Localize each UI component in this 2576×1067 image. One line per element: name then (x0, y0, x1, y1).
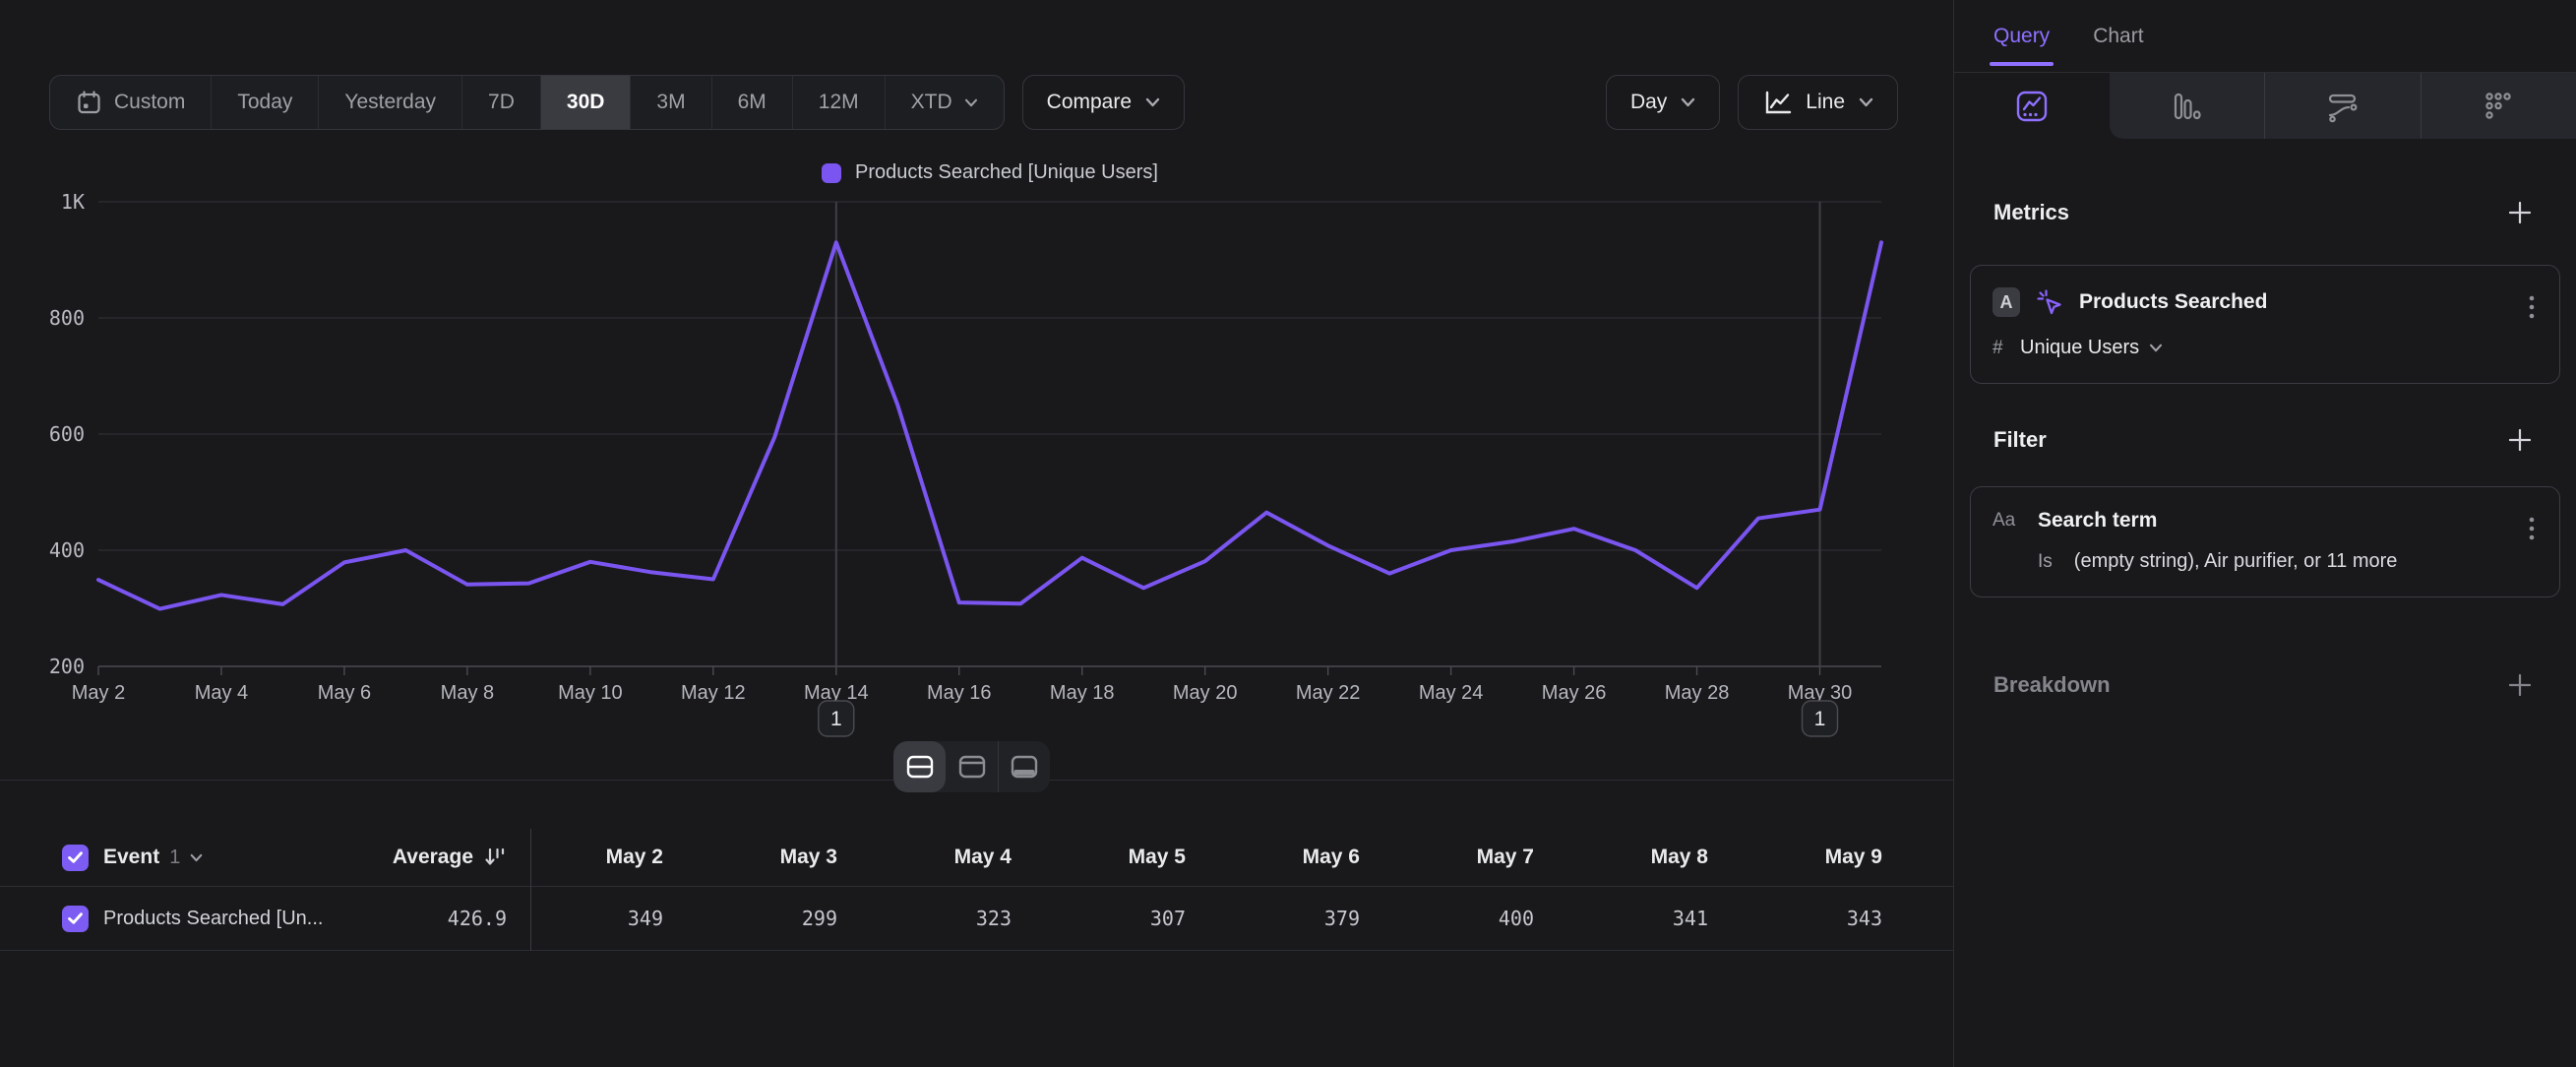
row-checkbox[interactable] (62, 906, 89, 932)
insights-line-icon (2014, 89, 2050, 124)
y-tick-label: 600 (49, 422, 85, 446)
layout-chart-only-button[interactable] (946, 741, 998, 792)
x-tick-label: May 10 (558, 682, 623, 704)
y-tick-label: 200 (49, 655, 85, 678)
cell-value: 379 (1203, 907, 1378, 930)
annotation-badge[interactable]: 1 (1803, 701, 1838, 736)
x-tick-label: May 26 (1542, 682, 1607, 704)
metric-name: Products Searched (2079, 290, 2267, 314)
svg-text:1: 1 (1814, 708, 1826, 730)
x-tick-label: May 18 (1050, 682, 1115, 704)
bar-chart-icon (2169, 89, 2204, 124)
x-tick-label: May 4 (195, 682, 248, 704)
x-tick-label: May 6 (318, 682, 371, 704)
x-tick-label: May 12 (681, 682, 746, 704)
metrics-section-header: Metrics (1993, 196, 2537, 229)
cell-value: 400 (1378, 907, 1552, 930)
breakdown-section-header: Breakdown (1993, 668, 2537, 702)
date-column-header[interactable]: May 3 (681, 846, 855, 869)
filter-property-name: Search term (2038, 509, 2157, 533)
cell-value: 323 (855, 907, 1029, 930)
select-all-checkbox[interactable] (62, 845, 89, 871)
cell-value: 307 (1029, 907, 1203, 930)
query-panel: Query Chart (1954, 0, 2576, 1067)
x-tick-label: May 16 (927, 682, 992, 704)
chart-type-bar-tab[interactable] (2110, 73, 2265, 139)
breakdown-table: Event 1 Average May 2May 3May 4May 5May … (0, 829, 1953, 951)
filter-value[interactable]: (empty string), Air purifier, or 11 more (2074, 550, 2398, 573)
metric-series-badge: A (1993, 287, 2020, 317)
tab-chart[interactable]: Chart (2093, 0, 2143, 72)
x-tick-label: May 24 (1419, 682, 1484, 704)
x-tick-label: May 22 (1296, 682, 1361, 704)
annotation-badge[interactable]: 1 (819, 701, 854, 736)
chart-type-flow-tab[interactable] (2264, 73, 2421, 139)
chart-only-icon (957, 754, 987, 780)
x-tick-label: May 2 (72, 682, 125, 704)
panel-tabs: Query Chart (1954, 0, 2576, 73)
split-view-icon (905, 754, 935, 780)
event-click-icon (2036, 288, 2063, 316)
cell-value: 343 (1726, 907, 1900, 930)
add-breakdown-button[interactable] (2503, 668, 2537, 702)
y-tick-label: 1K (61, 190, 85, 214)
series-line (98, 242, 1881, 608)
string-property-icon: Aa (1993, 510, 2022, 532)
aggregation-type-icon: # (1993, 338, 2004, 359)
cell-value: 341 (1552, 907, 1726, 930)
layout-toggle-group (893, 741, 1050, 792)
date-column-header[interactable]: May 5 (1029, 846, 1203, 869)
date-column-header[interactable]: May 8 (1552, 846, 1726, 869)
row-average-value: 426.9 (448, 907, 507, 930)
x-tick-label: May 8 (441, 682, 494, 704)
filter-operator[interactable]: Is (2038, 551, 2053, 573)
analytics-app: CustomTodayYesterday7D30D3M6M12MXTD Comp… (0, 0, 2576, 1067)
aggregation-dropdown[interactable]: Unique Users (2020, 337, 2163, 359)
filter-options-kebab-icon[interactable] (2524, 511, 2540, 553)
date-column-header[interactable]: May 7 (1378, 846, 1552, 869)
chevron-down-icon (2149, 344, 2163, 352)
average-column-header[interactable]: Average (339, 846, 507, 869)
table-header-row: Event 1 Average May 2May 3May 4May 5May … (0, 829, 1953, 887)
x-tick-label: May 28 (1665, 682, 1730, 704)
x-tick-label: May 20 (1173, 682, 1238, 704)
date-column-header[interactable]: May 6 (1203, 846, 1378, 869)
add-metric-button[interactable] (2503, 196, 2537, 229)
chart-type-tabs (1954, 73, 2576, 139)
cell-value: 299 (681, 907, 855, 930)
date-column-header[interactable]: May 2 (507, 846, 681, 869)
date-column-header[interactable]: May 4 (855, 846, 1029, 869)
event-column-header[interactable]: Event 1 (103, 846, 339, 869)
sort-descending-icon (483, 846, 507, 869)
table-column-divider (530, 829, 531, 951)
y-tick-label: 800 (49, 306, 85, 330)
metric-card[interactable]: A Products Searched # Unique Users (1970, 265, 2560, 384)
add-filter-button[interactable] (2503, 423, 2537, 457)
metrics-heading: Metrics (1993, 200, 2069, 225)
row-event-name: Products Searched [Un... (103, 908, 323, 930)
filter-heading: Filter (1993, 427, 2047, 453)
chart-type-insights-tab[interactable] (1954, 73, 2110, 139)
filter-section-header: Filter (1993, 423, 2537, 457)
line-chart: 200 400 600 800 1K May 2 May 4 May 6 May 8 May 10… (0, 0, 1953, 797)
table-row: Products Searched [Un... 426.9 349299323… (0, 887, 1953, 951)
retention-icon (2481, 89, 2516, 124)
tab-query[interactable]: Query (1993, 0, 2050, 72)
cell-value: 349 (507, 907, 681, 930)
date-column-header[interactable]: May 9 (1726, 846, 1900, 869)
chevron-down-icon (190, 853, 203, 862)
table-only-icon (1010, 754, 1039, 780)
layout-split-view-button[interactable] (893, 741, 946, 792)
svg-text:1: 1 (830, 708, 842, 730)
flow-icon (2325, 89, 2361, 124)
breakdown-heading: Breakdown (1993, 672, 2111, 698)
y-tick-label: 400 (49, 538, 85, 562)
chart-type-retention-tab[interactable] (2421, 73, 2576, 139)
layout-table-only-button[interactable] (998, 741, 1050, 792)
metric-options-kebab-icon[interactable] (2524, 289, 2540, 332)
filter-card[interactable]: Aa Search term Is (empty string), Air pu… (1970, 486, 2560, 597)
